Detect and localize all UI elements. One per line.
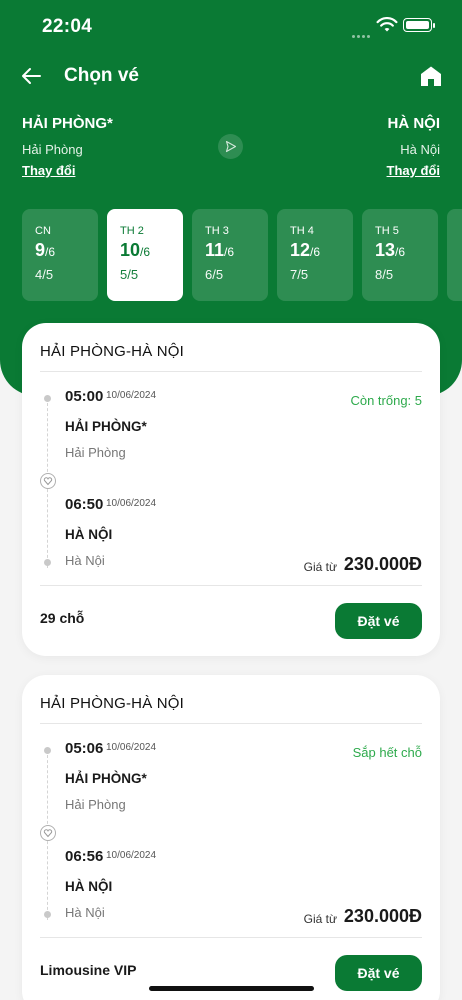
- date-day: 12/6: [290, 240, 321, 260]
- date-tab-active[interactable]: TH 2 10/6 5/5: [107, 209, 183, 301]
- trip-card[interactable]: HẢI PHÒNG-HÀ NỘI 05:06 10/06/2024 Sắp hế…: [22, 675, 440, 1000]
- trip-route-title: HẢI PHÒNG-HÀ NỘI: [40, 343, 185, 360]
- departure-station: HẢI PHÒNG*: [65, 771, 147, 786]
- trip-card[interactable]: HẢI PHÒNG-HÀ NỘI 05:00 10/06/2024 Còn tr…: [22, 323, 440, 656]
- change-origin-link[interactable]: Thay đổi: [22, 163, 75, 178]
- departure-city: Hải Phòng: [65, 445, 126, 460]
- navbar: Chọn vé: [0, 60, 462, 94]
- date-lunar: 6/5: [205, 267, 224, 282]
- price-label: Giá từ: [303, 560, 337, 574]
- home-icon[interactable]: [420, 65, 442, 87]
- divider: [40, 371, 422, 372]
- departure-dot: [44, 747, 51, 754]
- price-value: 230.000Đ: [343, 554, 422, 574]
- arrival-city: Hà Nội: [65, 553, 105, 568]
- arrival-station: HÀ NỘI: [65, 527, 113, 542]
- departure-time: 05:06: [65, 740, 104, 757]
- date-tab[interactable]: TH 3 11/6 6/5: [192, 209, 268, 301]
- date-weekday: TH 2: [120, 225, 144, 237]
- status-time: 22:04: [42, 16, 93, 37]
- price-label: Giá từ: [303, 912, 337, 926]
- book-button[interactable]: Đặt vé: [335, 603, 422, 639]
- departure-date: 10/06/2024: [106, 742, 157, 753]
- heart-icon: [40, 473, 56, 489]
- page-title: Chọn vé: [64, 65, 139, 86]
- date-day: 9/6: [35, 240, 56, 260]
- seat-count: 29 chỗ: [40, 610, 85, 626]
- arrival-date: 10/06/2024: [106, 498, 157, 509]
- arrival-time: 06:50: [65, 496, 104, 513]
- divider: [40, 937, 422, 938]
- divider: [40, 585, 422, 586]
- arrival-date: 10/06/2024: [106, 850, 157, 861]
- wifi-icon: [376, 17, 398, 32]
- date-day: 11/6: [205, 240, 235, 260]
- price-value: 230.000Đ: [343, 906, 422, 926]
- date-lunar: 8/5: [375, 267, 394, 282]
- availability-status: Còn trống: 5: [350, 393, 422, 408]
- date-weekday: TH 3: [205, 225, 229, 237]
- availability-status: Sắp hết chỗ: [352, 745, 422, 760]
- departure-dot: [44, 395, 51, 402]
- date-tab[interactable]: TH 5 13/6 8/5: [362, 209, 438, 301]
- battery-icon: [403, 18, 435, 32]
- arrival-time: 06:56: [65, 848, 104, 865]
- date-lunar: 7/5: [290, 267, 309, 282]
- departure-date: 10/06/2024: [106, 390, 157, 401]
- origin-station: HẢI PHÒNG*: [22, 115, 113, 132]
- change-destination-link[interactable]: Thay đổi: [387, 163, 440, 178]
- date-lunar: 5/5: [120, 267, 139, 282]
- status-bar: 22:04: [0, 0, 462, 50]
- route-selector: HẢI PHÒNG* Hải Phòng Thay đổi HÀ NỘI Hà …: [0, 112, 462, 182]
- arrival-dot: [44, 559, 51, 566]
- heart-icon: [40, 825, 56, 841]
- departure-city: Hải Phòng: [65, 797, 126, 812]
- home-indicator: [149, 986, 314, 991]
- date-weekday: TH 5: [375, 225, 399, 237]
- trip-route-title: HẢI PHÒNG-HÀ NỘI: [40, 695, 185, 712]
- divider: [40, 723, 422, 724]
- date-weekday: TH 4: [290, 225, 314, 237]
- date-day: 10/6: [120, 240, 151, 260]
- date-day: 13/6: [375, 240, 406, 260]
- arrival-dot: [44, 911, 51, 918]
- departure-time: 05:00: [65, 388, 104, 405]
- date-tab[interactable]: CN 9/6 4/5: [22, 209, 98, 301]
- signal-icon: [352, 25, 372, 38]
- departure-station: HẢI PHÒNG*: [65, 419, 147, 434]
- destination-station: HÀ NỘI: [387, 115, 441, 132]
- send-icon[interactable]: [218, 134, 243, 159]
- arrow-left-icon[interactable]: [20, 64, 42, 88]
- date-tab[interactable]: TH 4 12/6 7/5: [277, 209, 353, 301]
- vehicle-type: Limousine VIP: [40, 962, 137, 978]
- book-button[interactable]: Đặt vé: [335, 955, 422, 991]
- date-selector: CN 9/6 4/5 TH 2 10/6 5/5 TH 3 11/6 6/5 T…: [22, 209, 462, 301]
- origin-city: Hải Phòng: [22, 142, 83, 157]
- date-weekday: CN: [35, 225, 51, 237]
- date-tab-partial[interactable]: [447, 209, 462, 301]
- date-lunar: 4/5: [35, 267, 54, 282]
- arrival-city: Hà Nội: [65, 905, 105, 920]
- arrival-station: HÀ NỘI: [65, 879, 113, 894]
- destination-city: Hà Nội: [400, 142, 440, 157]
